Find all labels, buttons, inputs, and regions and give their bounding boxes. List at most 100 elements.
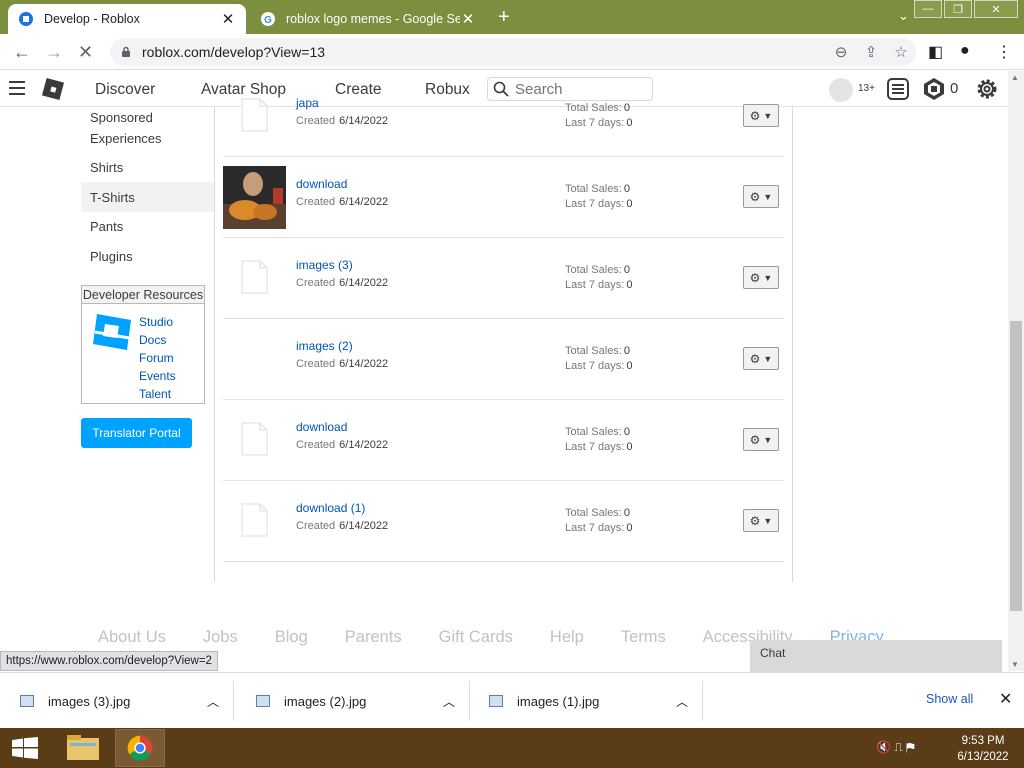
- tab-google-search[interactable]: G roblox logo memes - Google Sea ✕: [250, 4, 486, 34]
- item-thumbnail[interactable]: [223, 166, 286, 229]
- dev-link-docs[interactable]: Docs: [139, 331, 176, 349]
- avatar[interactable]: [829, 78, 853, 102]
- scroll-up-arrow-icon[interactable]: ▲: [1011, 73, 1019, 82]
- total-sales-label: Total Sales:: [565, 426, 622, 438]
- roblox-logo-icon[interactable]: [41, 77, 65, 101]
- chevron-up-icon[interactable]: ︿: [429, 693, 469, 710]
- item-created: Created 6/14/2022: [296, 358, 388, 370]
- share-icon[interactable]: ⇪: [856, 43, 886, 61]
- created-label: Created: [296, 196, 336, 208]
- address-bar[interactable]: roblox.com/develop?View=13 ⊖ ⇪ ☆: [110, 38, 916, 66]
- show-all-downloads-link[interactable]: Show all: [926, 692, 973, 706]
- profile-icon[interactable]: ●: [960, 42, 970, 60]
- chevron-down-icon: ▼: [763, 353, 773, 364]
- google-favicon-icon: G: [261, 12, 275, 26]
- footer-help[interactable]: Help: [550, 628, 584, 647]
- browser-tab-strip: Develop - Roblox ✕ G roblox logo memes -…: [0, 0, 1024, 34]
- tab-develop-roblox[interactable]: Develop - Roblox ✕: [8, 4, 246, 34]
- item-name-link[interactable]: japa: [296, 96, 319, 110]
- maximize-button[interactable]: ❐: [944, 0, 972, 18]
- back-arrow-icon[interactable]: ←: [13, 42, 31, 63]
- footer-jobs[interactable]: Jobs: [203, 628, 238, 647]
- last7-label: Last 7 days:: [565, 198, 625, 210]
- footer-blog[interactable]: Blog: [275, 628, 308, 647]
- created-label: Created: [296, 358, 336, 370]
- tab-search-chevron-icon[interactable]: ⌄: [898, 8, 909, 24]
- notifications-list-icon[interactable]: [886, 77, 910, 101]
- item-settings-gear-dropdown[interactable]: ⚙ ▼: [743, 266, 779, 289]
- item-settings-gear-dropdown[interactable]: ⚙ ▼: [743, 185, 779, 208]
- chevron-up-icon[interactable]: ︿: [193, 693, 233, 710]
- dev-link-studio[interactable]: Studio: [139, 313, 176, 331]
- file-placeholder-icon[interactable]: [241, 98, 268, 132]
- new-tab-button[interactable]: +: [498, 6, 510, 29]
- file-placeholder-icon[interactable]: [241, 260, 268, 294]
- tab-close-icon[interactable]: ✕: [460, 10, 476, 28]
- settings-gear-icon[interactable]: [975, 77, 999, 101]
- item-settings-gear-dropdown[interactable]: ⚙ ▼: [743, 347, 779, 370]
- system-tray-icons[interactable]: 🔇 ⎍ ⚑: [876, 740, 915, 755]
- window-close-button[interactable]: ✕: [974, 0, 1018, 18]
- minimize-button[interactable]: —: [914, 0, 942, 18]
- chevron-up-icon[interactable]: ︿: [662, 693, 702, 710]
- item-name-link[interactable]: download (1): [296, 501, 365, 515]
- gear-icon: ⚙: [749, 432, 761, 447]
- item-sales: Total Sales: 0 Last 7 days: 0: [565, 506, 632, 536]
- last7-value: 0: [626, 441, 633, 453]
- tab-close-icon[interactable]: ✕: [220, 10, 236, 28]
- sidebar-item-experiences[interactable]: Experiences: [90, 128, 162, 149]
- file-placeholder-icon[interactable]: [241, 422, 268, 456]
- item-settings-gear-dropdown[interactable]: ⚙ ▼: [743, 428, 779, 451]
- sidebar-item-shirts[interactable]: Shirts: [90, 157, 123, 178]
- chrome-taskbar-icon[interactable]: [115, 729, 165, 767]
- page-scrollbar[interactable]: ▲ ▼: [1008, 71, 1024, 671]
- download-item[interactable]: images (3).jpg ︿: [0, 681, 234, 721]
- item-settings-gear-dropdown[interactable]: ⚙ ▼: [743, 104, 779, 127]
- created-label: Created: [296, 439, 336, 451]
- chat-panel[interactable]: Chat: [750, 640, 1002, 672]
- stop-loading-icon[interactable]: ✕: [78, 42, 93, 63]
- item-name-link[interactable]: images (3): [296, 258, 353, 272]
- browser-menu-icon[interactable]: ⋮: [996, 42, 1012, 62]
- item-settings-gear-dropdown[interactable]: ⚙ ▼: [743, 509, 779, 532]
- sidebar-item-sponsored[interactable]: Sponsored: [90, 107, 153, 128]
- sidebar-item-plugins[interactable]: Plugins: [90, 246, 133, 267]
- age-badge: 13+: [858, 83, 875, 94]
- download-item[interactable]: images (2).jpg ︿: [236, 681, 470, 721]
- zoom-icon[interactable]: ⊖: [826, 43, 856, 61]
- item-name-link[interactable]: download: [296, 420, 347, 434]
- image-file-icon: [20, 695, 34, 707]
- hamburger-menu-icon[interactable]: [9, 81, 25, 95]
- download-filename: images (3).jpg: [48, 693, 131, 709]
- item-name-link[interactable]: download: [296, 177, 347, 191]
- developer-resources-box: Developer Resources Studio Docs Forum Ev…: [81, 285, 205, 404]
- file-explorer-icon[interactable]: [58, 729, 108, 767]
- robux-icon[interactable]: [922, 77, 946, 101]
- dev-link-forum[interactable]: Forum: [139, 349, 176, 367]
- file-placeholder-icon[interactable]: [241, 503, 268, 537]
- item-name-link[interactable]: images (2): [296, 339, 353, 353]
- close-downloads-icon[interactable]: ✕: [999, 689, 1012, 709]
- content-divider: [792, 107, 793, 582]
- scroll-down-arrow-icon[interactable]: ▼: [1011, 660, 1019, 669]
- footer-terms[interactable]: Terms: [621, 628, 666, 647]
- footer-gift-cards[interactable]: Gift Cards: [439, 628, 513, 647]
- footer-about-us[interactable]: About Us: [98, 628, 166, 647]
- windows-start-icon[interactable]: [12, 737, 38, 759]
- dev-link-talent[interactable]: Talent: [139, 385, 176, 403]
- footer-parents[interactable]: Parents: [345, 628, 402, 647]
- taskbar-clock[interactable]: 9:53 PM 6/13/2022: [950, 733, 1016, 765]
- download-item[interactable]: images (1).jpg ︿: [469, 681, 703, 721]
- side-panel-icon[interactable]: ◧: [928, 42, 943, 62]
- nav-discover[interactable]: Discover: [95, 81, 155, 99]
- last7-label: Last 7 days:: [565, 360, 625, 372]
- chevron-down-icon: ▼: [763, 110, 773, 121]
- dev-link-events[interactable]: Events: [139, 367, 176, 385]
- gear-icon: ⚙: [749, 513, 761, 528]
- translator-portal-button[interactable]: Translator Portal: [81, 418, 192, 448]
- bookmark-star-icon[interactable]: ☆: [886, 43, 916, 61]
- sidebar-item-pants[interactable]: Pants: [90, 216, 123, 237]
- scrollbar-thumb[interactable]: [1010, 321, 1022, 611]
- forward-arrow-icon[interactable]: →: [45, 42, 63, 63]
- sidebar-item-tshirts[interactable]: T-Shirts: [90, 187, 135, 208]
